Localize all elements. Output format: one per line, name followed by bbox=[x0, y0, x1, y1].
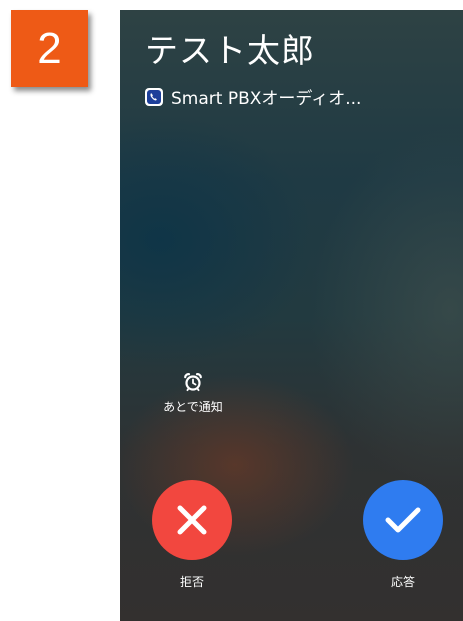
app-source-row: Smart PBXオーディオ... bbox=[145, 84, 361, 109]
accept-label: 応答 bbox=[390, 575, 415, 589]
step-number: 2 bbox=[37, 23, 62, 73]
app-name-label: Smart PBXオーディオ... bbox=[171, 89, 362, 109]
decline-button[interactable] bbox=[152, 480, 232, 560]
alarm-clock-icon bbox=[184, 373, 202, 392]
step-number-badge: 2 bbox=[11, 10, 88, 87]
checkmark-icon bbox=[385, 507, 421, 533]
decline-label: 拒否 bbox=[179, 575, 204, 589]
accept-button[interactable] bbox=[363, 480, 443, 560]
caller-name: テスト太郎 bbox=[145, 31, 315, 70]
close-icon bbox=[177, 505, 207, 535]
remind-later-label: あとで通知 bbox=[163, 400, 223, 414]
decline-call-control: 拒否 bbox=[152, 480, 232, 590]
smart-pbx-app-icon bbox=[145, 87, 163, 106]
accept-call-control: 応答 bbox=[363, 480, 443, 590]
remind-later-button[interactable]: あとで通知 bbox=[153, 372, 233, 415]
incoming-call-screen: テスト太郎 Smart PBXオーディオ... あとで通知 拒否 応答 bbox=[120, 10, 463, 621]
